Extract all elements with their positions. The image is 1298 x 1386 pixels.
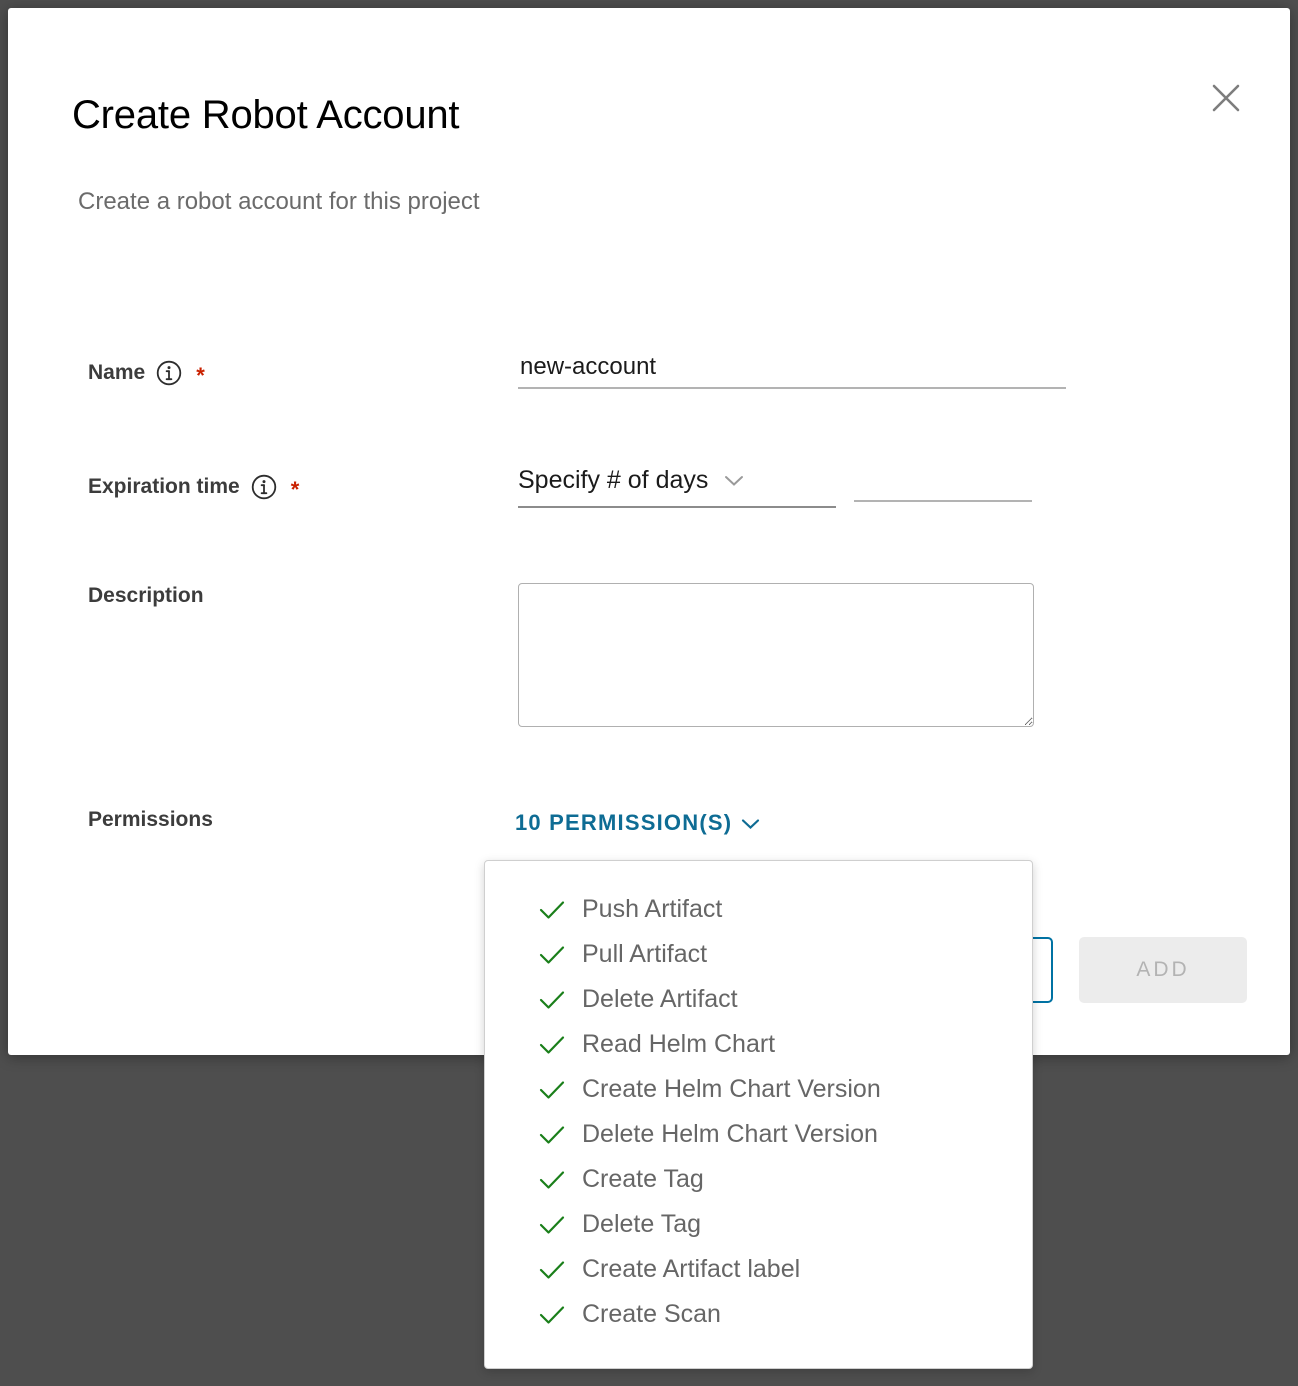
description-textarea[interactable] <box>518 583 1034 727</box>
modal-subtitle: Create a robot account for this project <box>78 188 480 216</box>
name-input[interactable] <box>518 353 1066 389</box>
check-icon <box>539 1080 565 1100</box>
info-circle-icon[interactable] <box>251 474 277 500</box>
check-icon <box>539 1215 565 1235</box>
check-icon <box>539 1125 565 1145</box>
check-icon <box>539 1260 565 1280</box>
expiration-type-selected-value: Specify # of days <box>518 466 708 493</box>
close-icon <box>1209 81 1243 115</box>
check-icon <box>539 900 565 920</box>
permission-item[interactable]: Delete Artifact <box>485 977 1032 1022</box>
permissions-label: Permissions <box>88 808 213 832</box>
chevron-down-icon <box>724 474 744 492</box>
check-icon <box>539 990 565 1010</box>
name-label: Name * <box>88 360 205 386</box>
permission-item[interactable]: Read Helm Chart <box>485 1022 1032 1067</box>
info-circle-icon[interactable] <box>156 360 182 386</box>
expiration-days-input[interactable] <box>854 466 1032 502</box>
description-label-text: Description <box>88 584 204 608</box>
check-icon <box>539 945 565 965</box>
permission-item[interactable]: Create Helm Chart Version <box>485 1067 1032 1112</box>
required-asterisk: * <box>196 365 205 387</box>
permission-item[interactable]: Create Scan <box>485 1292 1032 1337</box>
check-icon <box>539 1035 565 1055</box>
permission-item[interactable]: Delete Tag <box>485 1202 1032 1247</box>
required-asterisk: * <box>291 479 300 501</box>
description-label: Description <box>88 584 204 608</box>
check-icon <box>539 1305 565 1325</box>
chevron-down-icon <box>741 810 760 836</box>
permission-label: Read Helm Chart <box>582 1030 775 1059</box>
permission-item[interactable]: Create Artifact label <box>485 1247 1032 1292</box>
permissions-label-text: Permissions <box>88 808 213 832</box>
permission-item[interactable]: Create Tag <box>485 1157 1032 1202</box>
permission-label: Push Artifact <box>582 895 722 924</box>
permission-item[interactable]: Pull Artifact <box>485 932 1032 977</box>
expiration-type-select[interactable]: Specify # of days <box>518 466 836 508</box>
expiration-time-label-text: Expiration time <box>88 475 240 499</box>
check-icon <box>539 1170 565 1190</box>
name-label-text: Name <box>88 361 145 385</box>
permission-item[interactable]: Delete Helm Chart Version <box>485 1112 1032 1157</box>
permission-label: Create Helm Chart Version <box>582 1075 881 1104</box>
page-title: Create Robot Account <box>72 93 459 137</box>
permissions-count-text: 10 PERMISSION(S) <box>515 810 732 836</box>
permission-item[interactable]: Push Artifact <box>485 887 1032 932</box>
expiration-time-label: Expiration time * <box>88 474 299 500</box>
permission-label: Delete Helm Chart Version <box>582 1120 878 1149</box>
permission-label: Delete Tag <box>582 1210 701 1239</box>
permissions-dropdown-panel: Push Artifact Pull Artifact Delete Artif… <box>484 860 1033 1369</box>
permission-label: Create Artifact label <box>582 1255 800 1284</box>
permissions-dropdown-toggle[interactable]: 10 PERMISSION(S) <box>515 810 760 836</box>
close-icon-button[interactable] <box>1204 76 1248 120</box>
permission-label: Create Tag <box>582 1165 704 1194</box>
add-button[interactable]: ADD <box>1079 937 1247 1003</box>
permission-label: Delete Artifact <box>582 985 738 1014</box>
permission-label: Pull Artifact <box>582 940 707 969</box>
permission-label: Create Scan <box>582 1300 721 1329</box>
